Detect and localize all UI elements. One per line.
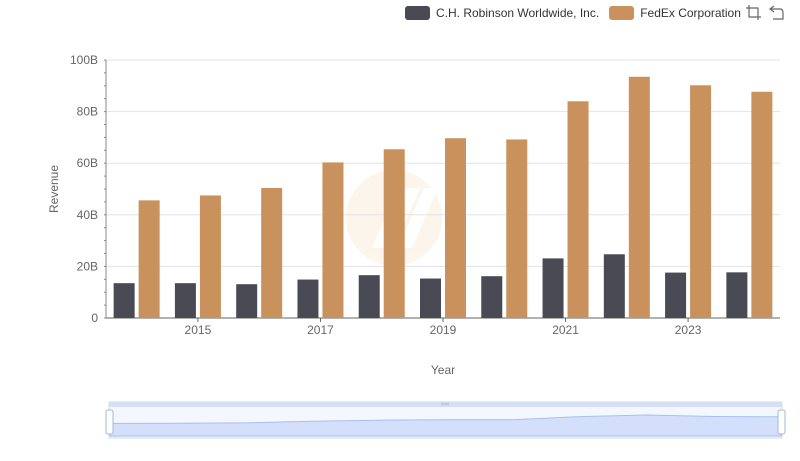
restore-icon[interactable] (768, 4, 785, 21)
bar-fedex-2020[interactable] (506, 139, 528, 318)
bar-fedex-2021[interactable] (567, 101, 589, 318)
bar-chrobinson-2014[interactable] (113, 283, 135, 318)
bar-chrobinson-2018[interactable] (358, 275, 380, 318)
zoom-handle-right[interactable] (777, 409, 786, 435)
y-tick-label: 0 (91, 311, 98, 325)
x-axis-title: Year (431, 363, 455, 377)
bar-fedex-2017[interactable] (322, 162, 344, 318)
bars (113, 76, 773, 319)
zoom-grip-icon[interactable] (441, 402, 449, 406)
legend-swatch (405, 6, 430, 20)
chart-canvas: 0 20B 40B 60B 80B 100B 2015 2017 2019 2021 2023 Re… (47, 53, 786, 439)
bar-chrobinson-2020[interactable] (481, 276, 503, 318)
y-axis-title: Revenue (47, 165, 61, 213)
y-tick-label: 80B (77, 105, 98, 119)
y-tick-label: 20B (77, 259, 98, 273)
bar-chrobinson-2022[interactable] (603, 254, 625, 318)
bar-chrobinson-2023[interactable] (665, 272, 687, 318)
bar-fedex-2018[interactable] (383, 149, 405, 318)
legend-label: FedEx Corporation (640, 6, 741, 20)
bar-fedex-2023[interactable] (690, 85, 712, 318)
bar-chrobinson-2017[interactable] (297, 279, 319, 318)
bar-chrobinson-2019[interactable] (420, 278, 441, 318)
bar-fedex-2022[interactable] (628, 76, 650, 319)
x-tick-label: 2015 (185, 323, 212, 337)
bar-chrobinson-2024[interactable] (726, 272, 748, 318)
bar-chrobinson-2021[interactable] (542, 258, 564, 318)
bar-fedex-2016[interactable] (261, 187, 283, 318)
legend-swatch (609, 6, 635, 20)
bar-chrobinson-2015[interactable] (174, 283, 196, 318)
bar-fedex-2019[interactable] (445, 138, 466, 318)
legend-item-fedex[interactable]: FedEx Corporation (609, 6, 741, 20)
bar-fedex-2024[interactable] (751, 91, 773, 318)
y-tick-label: 40B (77, 208, 98, 222)
x-tick-label: 2017 (307, 323, 334, 337)
y-tick-label: 100B (70, 53, 98, 67)
zoom-handle-left[interactable] (105, 409, 114, 435)
x-tick-label: 2021 (552, 323, 579, 337)
data-zoom-slider[interactable] (105, 401, 786, 439)
bar-chrobinson-2016[interactable] (236, 284, 258, 318)
x-tick-label: 2019 (430, 323, 457, 337)
bar-fedex-2015[interactable] (199, 195, 221, 318)
bar-fedex-2014[interactable] (138, 200, 160, 318)
zoom-icon[interactable] (745, 4, 762, 21)
toolbox (745, 4, 785, 21)
legend: C.H. Robinson Worldwide, Inc. FedEx Corp… (405, 3, 751, 23)
legend-label: C.H. Robinson Worldwide, Inc. (436, 6, 600, 20)
legend-item-chrobinson[interactable]: C.H. Robinson Worldwide, Inc. (405, 6, 599, 20)
y-tick-label: 60B (77, 156, 98, 170)
x-tick-label: 2023 (675, 323, 702, 337)
